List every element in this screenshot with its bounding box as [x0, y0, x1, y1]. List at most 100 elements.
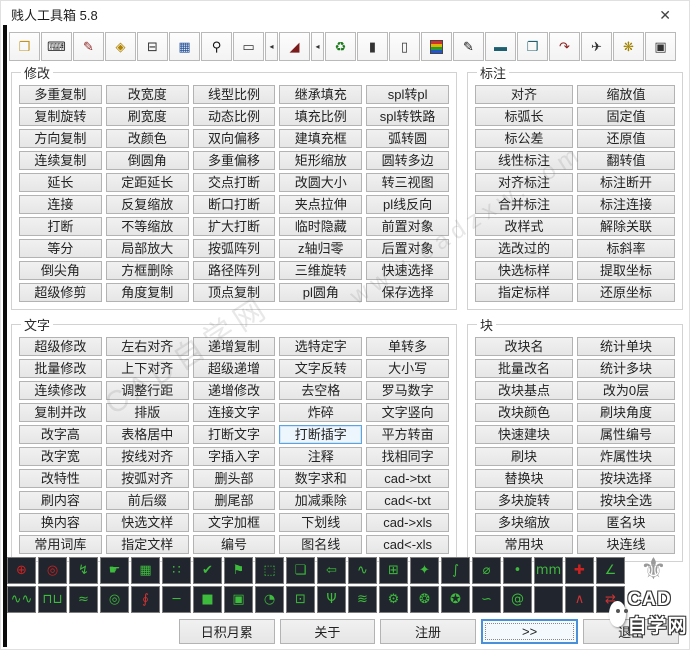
tool-button[interactable]: 替换块: [475, 469, 573, 488]
about-button[interactable]: 关于: [280, 619, 376, 644]
comb-icon[interactable]: mm: [534, 557, 563, 584]
printer-icon[interactable]: ⌨: [41, 32, 72, 61]
dot-box-icon[interactable]: ⊡: [286, 586, 315, 613]
tool-button[interactable]: 多块缩放: [475, 513, 573, 532]
tool-button[interactable]: 统计多块: [577, 359, 675, 378]
hook-icon[interactable]: ∮: [131, 586, 160, 613]
square-wave-icon[interactable]: ⊓⊔: [38, 586, 67, 613]
angle-icon[interactable]: ∠: [596, 557, 625, 584]
tool-button[interactable]: 统计单块: [577, 337, 675, 356]
tool-button[interactable]: pl圆角: [279, 283, 362, 302]
tool-button[interactable]: 下划线: [279, 513, 362, 532]
tool-button[interactable]: 解除关联: [577, 217, 675, 236]
tool-button[interactable]: 倒尖角: [19, 261, 102, 280]
clock-icon[interactable]: ◔: [255, 586, 284, 613]
tool-button[interactable]: 路径阵列: [193, 261, 276, 280]
tool-button[interactable]: 定距延长: [106, 173, 189, 192]
circle-axis-icon[interactable]: ⌀: [472, 557, 501, 584]
tool-button[interactable]: 改字高: [19, 425, 102, 444]
tool-button[interactable]: 不等缩放: [106, 217, 189, 236]
tool-button[interactable]: cad<-xls: [366, 535, 449, 554]
tool-button[interactable]: 按弧阵列: [193, 239, 276, 258]
open-folder-icon[interactable]: ❒: [9, 32, 40, 61]
tool-button-focused[interactable]: 打断插字: [279, 425, 362, 444]
tool-button[interactable]: 加减乘除: [279, 491, 362, 510]
flag-pin-icon[interactable]: ⚑: [224, 557, 253, 584]
hook-arrow-icon[interactable]: ↷: [549, 32, 580, 61]
tool-button[interactable]: 炸属性块: [577, 447, 675, 466]
tool-button[interactable]: 方框删除: [106, 261, 189, 280]
tool-button[interactable]: spl转铁路: [366, 107, 449, 126]
squiggle-icon[interactable]: ∫: [441, 557, 470, 584]
tool-button[interactable]: 匿名块: [577, 513, 675, 532]
wedge-icon[interactable]: ◢: [279, 32, 310, 61]
tool-button[interactable]: 临时隐藏: [279, 217, 362, 236]
tool-button[interactable]: 线型比例: [193, 85, 276, 104]
tool-button[interactable]: 倒圆角: [106, 151, 189, 170]
palette-icon[interactable]: [421, 32, 452, 61]
tool-button[interactable]: 提取坐标: [577, 261, 675, 280]
tool-button[interactable]: 顶点复制: [193, 283, 276, 302]
dash-icon[interactable]: ─: [162, 586, 191, 613]
filled-rect-icon[interactable]: ■: [193, 586, 222, 613]
tool-button[interactable]: 文字竖向: [366, 403, 449, 422]
check-icon[interactable]: ✔: [193, 557, 222, 584]
tool-button[interactable]: 按块选择: [577, 469, 675, 488]
tool-button[interactable]: 刷宽度: [106, 107, 189, 126]
lightning-icon[interactable]: ↯: [69, 557, 98, 584]
tool-button[interactable]: 还原坐标: [577, 283, 675, 302]
tool-button[interactable]: 扩大打断: [193, 217, 276, 236]
tool-button[interactable]: 按弧对齐: [106, 469, 189, 488]
tool-button[interactable]: 标弧长: [475, 107, 573, 126]
tool-button[interactable]: 方向复制: [19, 129, 102, 148]
tool-button[interactable]: cad<-txt: [366, 491, 449, 510]
edit-doc-icon[interactable]: ✎: [453, 32, 484, 61]
brush-icon[interactable]: ✎: [73, 32, 104, 61]
eraser-icon[interactable]: ▬: [485, 32, 516, 61]
tool-button[interactable]: 复制旋转: [19, 107, 102, 126]
plane-icon[interactable]: ✈: [581, 32, 612, 61]
camera-icon[interactable]: ▣: [645, 32, 676, 61]
tool-button[interactable]: 数字求和: [279, 469, 362, 488]
obscured-icon[interactable]: [534, 586, 563, 613]
tool-button[interactable]: 平方转亩: [366, 425, 449, 444]
tool-button[interactable]: 对齐标注: [475, 173, 573, 192]
tool-button[interactable]: 找相同字: [366, 447, 449, 466]
tool-button[interactable]: 快速选择: [366, 261, 449, 280]
tool-button[interactable]: 指定标样: [475, 283, 573, 302]
tool-button[interactable]: 缩放值: [577, 85, 675, 104]
left-arrow-icon[interactable]: ⇦: [317, 557, 346, 584]
spiral-icon[interactable]: @: [503, 586, 532, 613]
rings-icon[interactable]: ◎: [100, 586, 129, 613]
tool-button[interactable]: 转三视图: [366, 173, 449, 192]
tool-button[interactable]: 去空格: [279, 381, 362, 400]
cursor-text-icon[interactable]: ▮: [357, 32, 388, 61]
fax-icon[interactable]: ⊟: [137, 32, 168, 61]
tool-button[interactable]: 角度复制: [106, 283, 189, 302]
tool-button[interactable]: 上下对齐: [106, 359, 189, 378]
curve-chart-icon[interactable]: ∿: [348, 557, 377, 584]
more-button[interactable]: >>: [481, 619, 579, 644]
callout-icon[interactable]: ❏: [286, 557, 315, 584]
fork-icon[interactable]: Ψ: [317, 586, 346, 613]
tool-button[interactable]: 矩形缩放: [279, 151, 362, 170]
tool-button[interactable]: 快选标样: [475, 261, 573, 280]
gear-icon[interactable]: ⚙: [379, 586, 408, 613]
daily-tips-button[interactable]: 日积月累: [179, 619, 275, 644]
tool-button[interactable]: 等分: [19, 239, 102, 258]
tool-button[interactable]: 字插入字: [193, 447, 276, 466]
tool-button[interactable]: spl转pl: [366, 85, 449, 104]
tool-button[interactable]: 改宽度: [106, 85, 189, 104]
red-crosshair-icon[interactable]: ⊕: [7, 557, 36, 584]
tool-button[interactable]: 后置对象: [366, 239, 449, 258]
tool-button[interactable]: 复制并改: [19, 403, 102, 422]
tool-button[interactable]: 线性标注: [475, 151, 573, 170]
tool-button[interactable]: 属性编号: [577, 425, 675, 444]
tool-button[interactable]: 弧转圆: [366, 129, 449, 148]
tool-button[interactable]: 打断文字: [193, 425, 276, 444]
layered-lines-icon[interactable]: ⇄: [596, 586, 625, 613]
tool-button[interactable]: cad->txt: [366, 469, 449, 488]
tool-button[interactable]: z轴归零: [279, 239, 362, 258]
tool-button[interactable]: pl线反向: [366, 195, 449, 214]
next-arrow-icon[interactable]: ◂: [311, 32, 324, 61]
